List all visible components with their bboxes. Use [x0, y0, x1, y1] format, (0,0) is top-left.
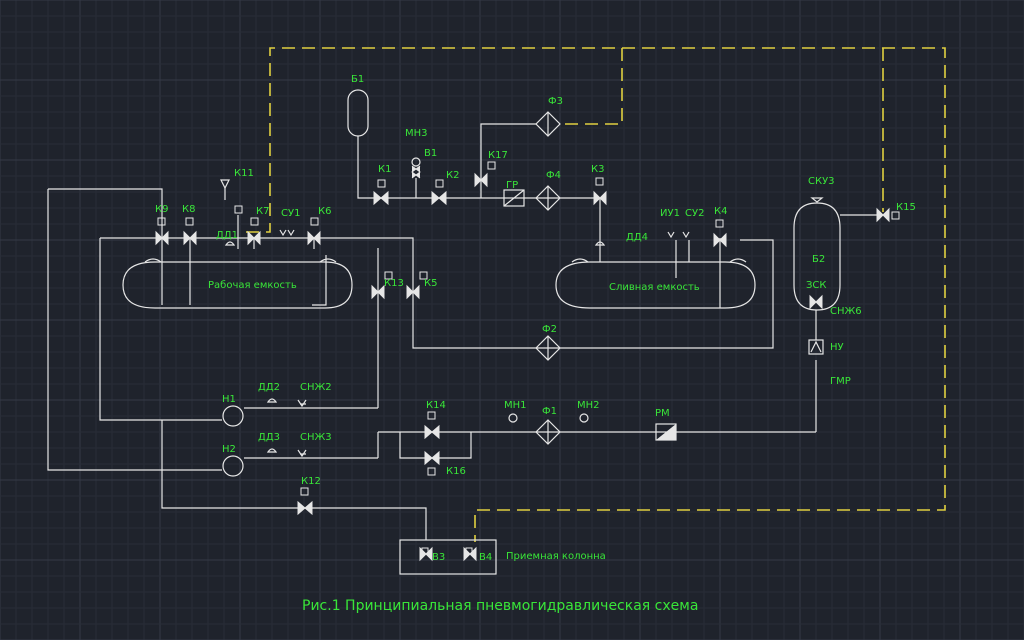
label-k5: К5 [424, 278, 437, 289]
label-rm: РМ [655, 408, 670, 419]
label-k7: К7 [256, 206, 269, 217]
label-nu: НУ [830, 342, 844, 353]
label-dd4: ДД4 [626, 232, 648, 243]
label-n2: Н2 [222, 444, 236, 455]
labels: Б1 МН3 В1 К1 К2 К17 Ф3 Ф4 ГР К3 К11 К9 К… [155, 74, 916, 614]
pneumohydraulic-scheme: Б1 МН3 В1 К1 К2 К17 Ф3 Ф4 ГР К3 К11 К9 К… [47, 47, 946, 614]
label-snzh2: СНЖ2 [300, 382, 332, 393]
label-k3: К3 [591, 164, 604, 175]
label-k1: К1 [378, 164, 391, 175]
label-f4: Ф4 [546, 170, 561, 181]
label-k15: К15 [896, 202, 916, 213]
label-v4: В4 [479, 552, 492, 563]
valves [155, 161, 900, 562]
label-b1: Б1 [351, 74, 364, 85]
label-k9: К9 [155, 204, 168, 215]
label-k12: К12 [301, 476, 321, 487]
label-skuz: СКУ3 [808, 176, 835, 187]
filters [503, 111, 824, 445]
label-iu1: ИУ1 [660, 208, 680, 219]
label-k11: К11 [234, 168, 254, 179]
label-k2: К2 [446, 170, 459, 181]
label-k16: К16 [446, 466, 466, 477]
label-gmr: ГМР [830, 376, 851, 387]
b1-bottle [347, 89, 369, 137]
label-f2: Ф2 [542, 324, 557, 335]
label-snzh3: СНЖ3 [300, 432, 332, 443]
label-n1: Н1 [222, 394, 236, 405]
work-vessel-label: Рабочая емкость [208, 280, 297, 291]
label-k6: К6 [318, 206, 331, 217]
label-su1: СУ1 [281, 208, 300, 219]
label-dd3: ДД3 [258, 432, 280, 443]
label-f3: Ф3 [548, 96, 563, 107]
label-dd1: ДД1 [216, 230, 238, 241]
label-su2: СУ2 [685, 208, 704, 219]
label-mn3: МН3 [405, 128, 428, 139]
label-mn2: МН2 [577, 400, 600, 411]
pipelines [47, 123, 885, 540]
label-k4: К4 [714, 206, 727, 217]
label-b2: Б2 [812, 254, 825, 265]
figure-caption: Рис.1 Принципиальная пневмогидравлическа… [302, 598, 698, 614]
cad-canvas[interactable]: Б1 МН3 В1 К1 К2 К17 Ф3 Ф4 ГР К3 К11 К9 К… [0, 0, 1024, 640]
label-mn1: МН1 [504, 400, 527, 411]
label-zsk: ЗСК [806, 280, 827, 291]
label-f1: Ф1 [542, 406, 557, 417]
label-k8: К8 [182, 204, 195, 215]
label-k14: К14 [426, 400, 446, 411]
label-v3: В3 [432, 552, 445, 563]
label-snzh6: СНЖ6 [830, 306, 862, 317]
label-k17: К17 [488, 150, 508, 161]
label-dd2: ДД2 [258, 382, 280, 393]
receiver-column-label: Приемная колонна [506, 551, 606, 562]
label-k13: К13 [384, 278, 404, 289]
label-gr: ГР [506, 180, 518, 191]
label-v1: В1 [424, 148, 437, 159]
drain-vessel-label: Сливная емкость [609, 282, 700, 293]
